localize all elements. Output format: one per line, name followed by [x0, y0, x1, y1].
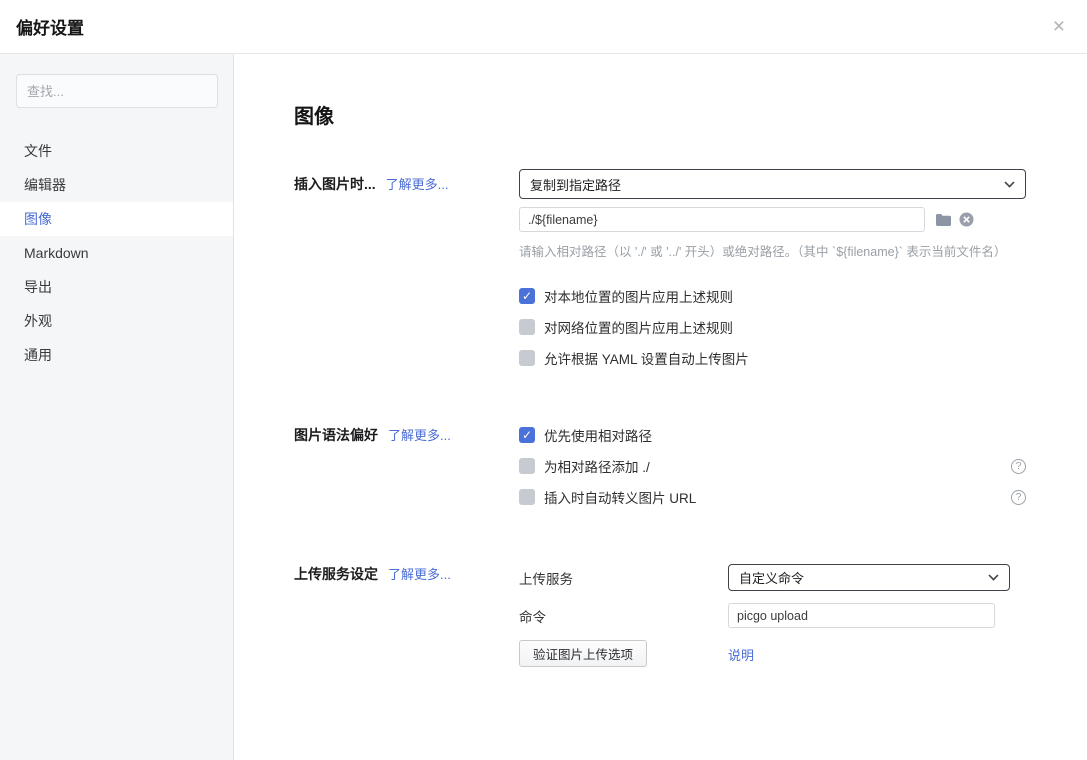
help-icon[interactable]: ?	[1011, 459, 1026, 474]
checkbox-box	[519, 288, 535, 304]
checkbox-add-dot-slash[interactable]: 为相对路径添加 ./ ?	[519, 456, 1026, 476]
image-settings-panel: 图像 插入图片时... 了解更多... 复制到指定路径	[234, 54, 1087, 760]
path-hint-text: 请输入相对路径（以 './' 或 '../' 开头）或绝对路径。（其中 `${f…	[519, 241, 1026, 260]
checkbox-apply-web-images[interactable]: 对网络位置的图片应用上述规则	[519, 317, 1026, 337]
syntax-checkbox-group: 优先使用相对路径 为相对路径添加 ./ ? 插入时自动转义图片 URL ?	[519, 425, 1026, 507]
sidebar: 文件 编辑器 图像 Markdown 导出 外观 通用	[0, 54, 234, 760]
upload-service-select-value: 自定义命令	[739, 568, 804, 587]
sidebar-nav: 文件 编辑器 图像 Markdown 导出 外观 通用	[0, 134, 233, 372]
image-path-input[interactable]	[519, 207, 925, 232]
chevron-down-icon	[1004, 181, 1015, 188]
sidebar-item-editor[interactable]: 编辑器	[0, 168, 233, 202]
sidebar-item-image[interactable]: 图像	[0, 202, 233, 236]
window-title: 偏好设置	[16, 14, 84, 39]
syntax-learn-more-link[interactable]: 了解更多...	[388, 428, 451, 443]
sidebar-item-markdown[interactable]: Markdown	[0, 236, 233, 270]
checkbox-prefer-relative-path[interactable]: 优先使用相对路径	[519, 425, 1026, 445]
checkbox-yaml-auto-upload[interactable]: 允许根据 YAML 设置自动上传图片	[519, 348, 1026, 368]
section-upload-service: 上传服务设定了解更多... 上传服务 自定义命令 命令	[294, 559, 1026, 680]
checkbox-box	[519, 489, 535, 505]
upload-service-row: 上传服务 自定义命令	[519, 564, 1026, 591]
checkbox-box	[519, 427, 535, 443]
sidebar-item-export[interactable]: 导出	[0, 270, 233, 304]
upload-command-input[interactable]	[728, 603, 995, 628]
command-field-label: 命令	[519, 606, 728, 626]
section-insert-image: 插入图片时... 了解更多... 复制到指定路径	[294, 169, 1026, 368]
checkbox-escape-image-url[interactable]: 插入时自动转义图片 URL ?	[519, 487, 1026, 507]
insert-rules-checkbox-group: 对本地位置的图片应用上述规则 对网络位置的图片应用上述规则 允许根据 YAML …	[519, 286, 1026, 368]
search-input[interactable]	[16, 74, 218, 108]
image-action-select-value: 复制到指定路径	[530, 175, 621, 194]
clear-path-icon[interactable]	[959, 212, 974, 227]
preferences-window: 偏好设置 × 文件 编辑器 图像 Markdown 导出 外观 通用 图像 插入…	[0, 0, 1087, 760]
image-syntax-label: 图片语法偏好	[294, 427, 378, 443]
folder-browse-icon[interactable]	[935, 213, 952, 227]
titlebar: 偏好设置 ×	[0, 0, 1087, 54]
close-icon[interactable]: ×	[1049, 14, 1069, 39]
page-title: 图像	[294, 100, 1026, 129]
checkbox-apply-local-images[interactable]: 对本地位置的图片应用上述规则	[519, 286, 1026, 306]
section-image-syntax: 图片语法偏好了解更多... 优先使用相对路径 为相对路径添加 ./ ?	[294, 420, 1026, 507]
checkbox-box	[519, 458, 535, 474]
upload-service-label: 上传服务设定	[294, 566, 378, 582]
checkbox-box	[519, 319, 535, 335]
validate-upload-button[interactable]: 验证图片上传选项	[519, 640, 647, 667]
chevron-down-icon	[988, 574, 999, 581]
upload-doc-link[interactable]: 说明	[728, 645, 754, 664]
sidebar-item-file[interactable]: 文件	[0, 134, 233, 168]
upload-learn-more-link[interactable]: 了解更多...	[388, 567, 451, 582]
insert-learn-more-link[interactable]: 了解更多...	[386, 177, 449, 192]
sidebar-item-general[interactable]: 通用	[0, 338, 233, 372]
help-icon[interactable]: ?	[1011, 490, 1026, 505]
sidebar-item-appearance[interactable]: 外观	[0, 304, 233, 338]
upload-service-field-label: 上传服务	[519, 568, 728, 588]
validate-row: 验证图片上传选项 说明	[519, 640, 1026, 668]
command-row: 命令	[519, 603, 1026, 628]
checkbox-box	[519, 350, 535, 366]
upload-service-select[interactable]: 自定义命令	[728, 564, 1010, 591]
insert-image-label: 插入图片时...	[294, 176, 376, 192]
image-action-select[interactable]: 复制到指定路径	[519, 169, 1026, 199]
